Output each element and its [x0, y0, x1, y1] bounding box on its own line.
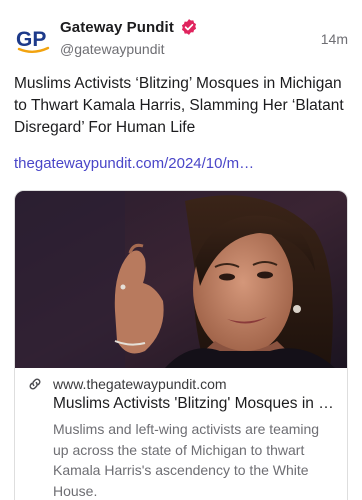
avatar-text: GP — [16, 28, 46, 51]
post-timestamp: 14m — [320, 31, 348, 47]
card-description: Muslims and left-wing activists are team… — [53, 421, 320, 499]
post-text: Muslims Activists ‘Blitzing’ Mosques in … — [14, 75, 344, 136]
gateway-pundit-logo: GP — [15, 25, 53, 55]
verified-badge-icon — [180, 18, 198, 36]
post[interactable]: GP Gateway Pundit @gatewaypundit 14m Mus… — [0, 0, 362, 500]
display-name[interactable]: Gateway Pundit — [60, 19, 174, 36]
author-name-row: Gateway Pundit — [60, 18, 198, 36]
link-icon — [27, 376, 43, 392]
card-domain-row: www.thegatewaypundit.com — [27, 376, 227, 392]
avatar[interactable]: GP — [12, 18, 56, 62]
post-link[interactable]: thegatewaypundit.com/2024/10/m… — [14, 155, 254, 172]
author-handle[interactable]: @gatewaypundit — [60, 41, 165, 57]
card-thumbnail — [15, 191, 347, 368]
link-preview-card[interactable]: www.thegatewaypundit.com Muslims Activis… — [14, 190, 348, 500]
card-title[interactable]: Muslims Activists 'Blitzing' Mosques in … — [53, 395, 339, 413]
card-domain: www.thegatewaypundit.com — [53, 376, 227, 392]
